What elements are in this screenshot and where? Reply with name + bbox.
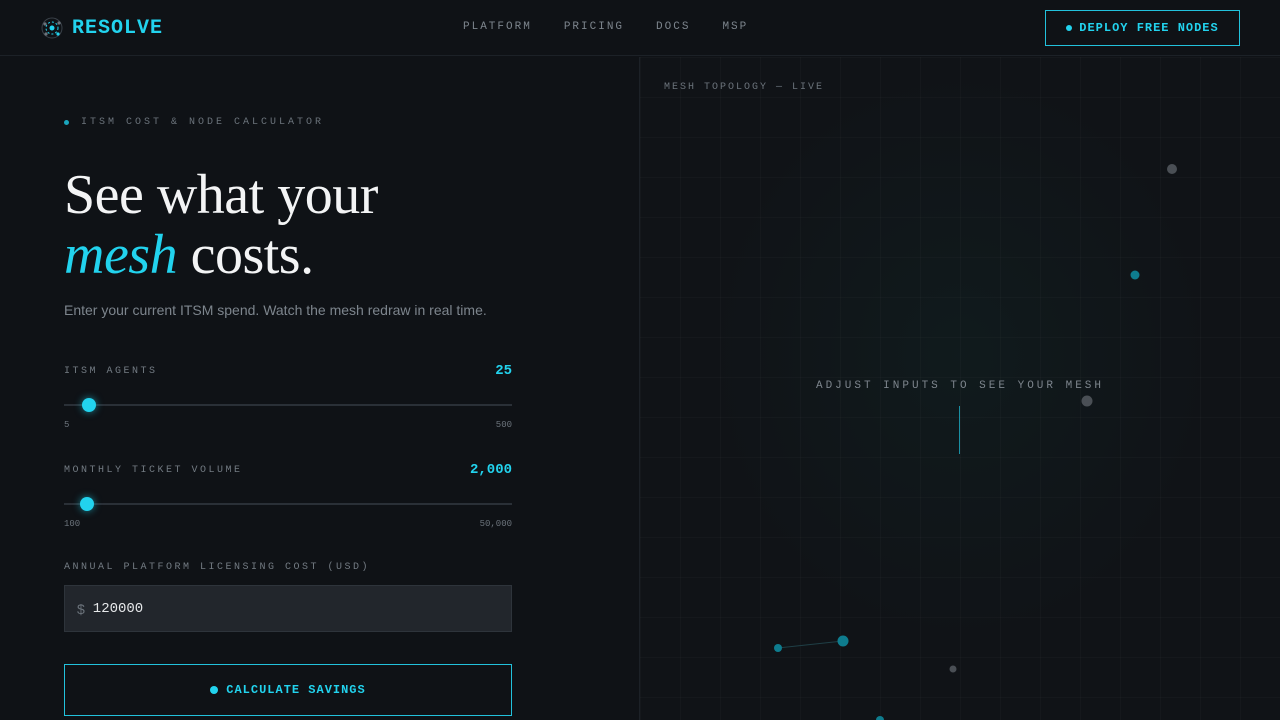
mesh-edge — [777, 640, 844, 649]
mesh-logo-icon — [41, 17, 63, 39]
nav-item-platform[interactable]: PLATFORM — [463, 20, 532, 34]
brand-logo[interactable]: RESOLVE — [40, 14, 163, 42]
headline-rest: costs. — [177, 224, 314, 286]
mesh-node-active — [837, 635, 849, 647]
tickets-slider-thumb[interactable] — [80, 497, 95, 511]
calculate-button-label: CALCULATE SAVINGS — [226, 683, 366, 697]
main-nav: PLATFORM PRICING DOCS MSP — [463, 20, 780, 34]
mesh-node-idle — [1081, 395, 1093, 407]
licensing-input[interactable] — [92, 600, 473, 617]
mesh-node-idle — [949, 665, 957, 673]
mesh-node-active — [1130, 270, 1140, 280]
tickets-max-label: 50,000 — [479, 519, 512, 529]
agents-min-label: 5 — [64, 420, 70, 430]
headline-line-1: See what your — [64, 164, 378, 226]
mesh-title: MESH TOPOLOGY — LIVE — [664, 82, 825, 93]
headline-line-2: mesh costs. — [64, 225, 378, 285]
agents-label: ITSM AGENTS — [64, 366, 158, 377]
eyebrow-dot-icon — [64, 120, 69, 125]
tickets-label: MONTHLY TICKET VOLUME — [64, 465, 243, 476]
headline-emphasis: mesh — [64, 224, 178, 286]
calculate-dot-icon — [210, 686, 219, 694]
agents-slider[interactable] — [64, 398, 512, 412]
calculate-savings-button[interactable]: CALCULATE SAVINGS — [64, 664, 512, 716]
page-subtitle: Enter your current ITSM spend. Watch the… — [64, 302, 487, 318]
tickets-value: 2,000 — [469, 462, 512, 478]
nav-item-pricing[interactable]: PRICING — [564, 20, 624, 34]
agents-max-label: 500 — [495, 420, 512, 430]
agents-value: 25 — [495, 363, 512, 379]
mesh-node-active — [774, 644, 782, 652]
licensing-label: ANNUAL PLATFORM LICENSING COST (USD) — [64, 562, 371, 573]
brand-name: RESOLVE — [72, 16, 164, 40]
tickets-min-label: 100 — [64, 519, 81, 529]
status-dot-icon — [1066, 25, 1073, 31]
top-nav-bar: RESOLVE PLATFORM PRICING DOCS MSP DEPLOY… — [0, 0, 1280, 56]
calculator-eyebrow: ITSM COST & NODE CALCULATOR — [64, 117, 324, 128]
page-title: See what your mesh costs. — [64, 165, 378, 285]
mesh-node-active — [876, 716, 884, 720]
calculator-panel: ITSM COST & NODE CALCULATOR See what you… — [0, 57, 639, 720]
deploy-free-nodes-button[interactable]: DEPLOY FREE NODES — [1045, 10, 1240, 46]
mesh-topology-panel[interactable]: MESH TOPOLOGY — LIVE ADJUST INPUTS TO SE… — [640, 57, 1280, 720]
licensing-field[interactable]: $ — [64, 585, 512, 632]
deploy-button-label: DEPLOY FREE NODES — [1079, 21, 1219, 35]
mesh-hint: ADJUST INPUTS TO SEE YOUR MESH — [815, 380, 1105, 392]
eyebrow-text: ITSM COST & NODE CALCULATOR — [81, 117, 325, 128]
currency-symbol: $ — [77, 600, 85, 617]
nav-item-docs[interactable]: DOCS — [656, 20, 690, 34]
mesh-node-idle — [1167, 164, 1177, 174]
nav-item-msp[interactable]: MSP — [722, 20, 748, 34]
mesh-hint-line — [959, 406, 960, 454]
agents-slider-thumb[interactable] — [81, 398, 96, 412]
tickets-slider[interactable] — [64, 497, 512, 511]
